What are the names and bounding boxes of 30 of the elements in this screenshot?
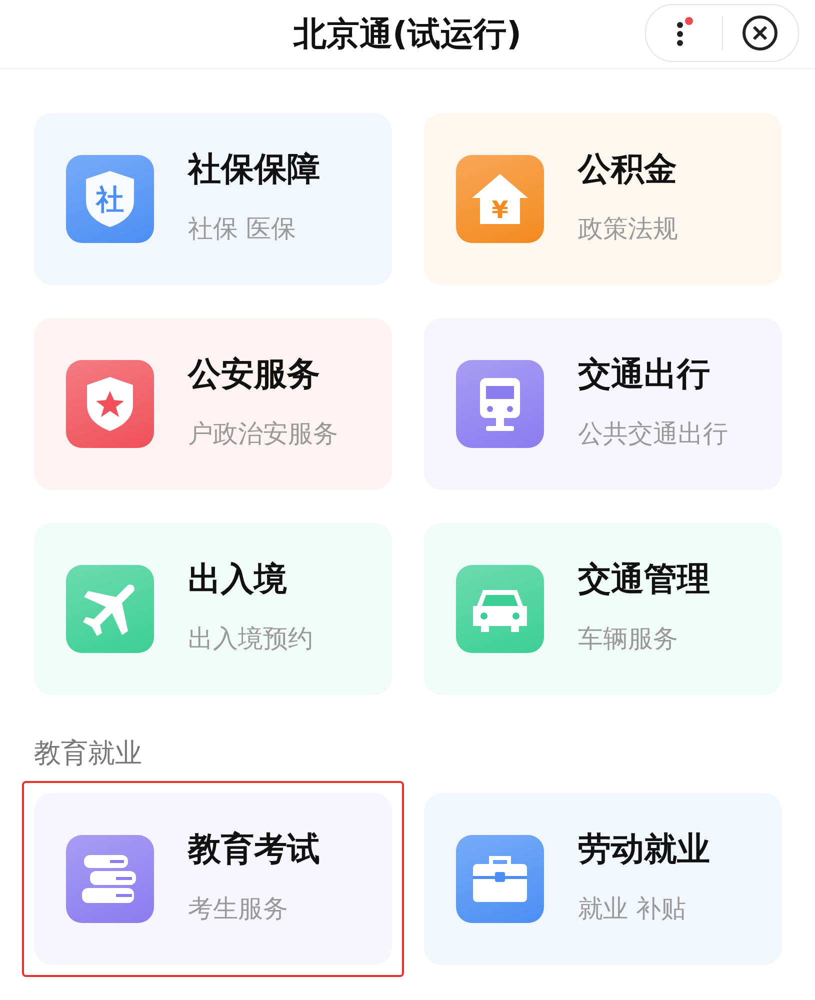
- service-title: 公积金: [578, 148, 678, 190]
- house-icon: ¥: [470, 172, 530, 226]
- service-title: 劳动就业: [578, 828, 710, 870]
- service-subtitle: 户政治安服务: [188, 418, 338, 450]
- close-icon[interactable]: [742, 15, 778, 51]
- service-card[interactable]: ¥ 公积金 政策法规: [424, 113, 782, 285]
- service-card[interactable]: 交通出行 公共交通出行: [424, 318, 782, 490]
- service-subtitle: 车辆服务: [578, 623, 679, 655]
- service-title: 公安服务: [188, 353, 321, 395]
- service-title: 出入境: [188, 558, 288, 600]
- page-title: 北京通(试运行): [293, 12, 522, 54]
- service-subtitle: 政策法规: [578, 213, 678, 245]
- service-card[interactable]: 教育考试 考生服务: [34, 793, 392, 965]
- service-card[interactable]: 公安服务 户政治安服务: [34, 318, 392, 490]
- service-title: 社保保障: [188, 148, 320, 190]
- service-subtitle: 社保 医保: [188, 213, 297, 245]
- service-subtitle: 出入境预约: [188, 623, 313, 655]
- service-card[interactable]: 出入境 出入境预约: [34, 523, 392, 695]
- section-heading: 教育就业: [34, 737, 143, 771]
- service-subtitle: 公共交通出行: [578, 418, 728, 450]
- service-title: 教育考试: [188, 828, 320, 870]
- service-card[interactable]: 交通管理 车辆服务: [424, 523, 782, 695]
- service-card[interactable]: 社 社保保障 社保 医保: [34, 113, 392, 285]
- train-icon: [477, 376, 523, 432]
- service-card[interactable]: 劳动就业 就业 补贴: [424, 793, 782, 965]
- briefcase-icon: [471, 854, 529, 904]
- service-title: 交通管理: [578, 558, 710, 600]
- service-subtitle: 就业 补贴: [578, 893, 687, 925]
- service-title: 交通出行: [578, 353, 711, 395]
- service-subtitle: 考生服务: [188, 893, 289, 925]
